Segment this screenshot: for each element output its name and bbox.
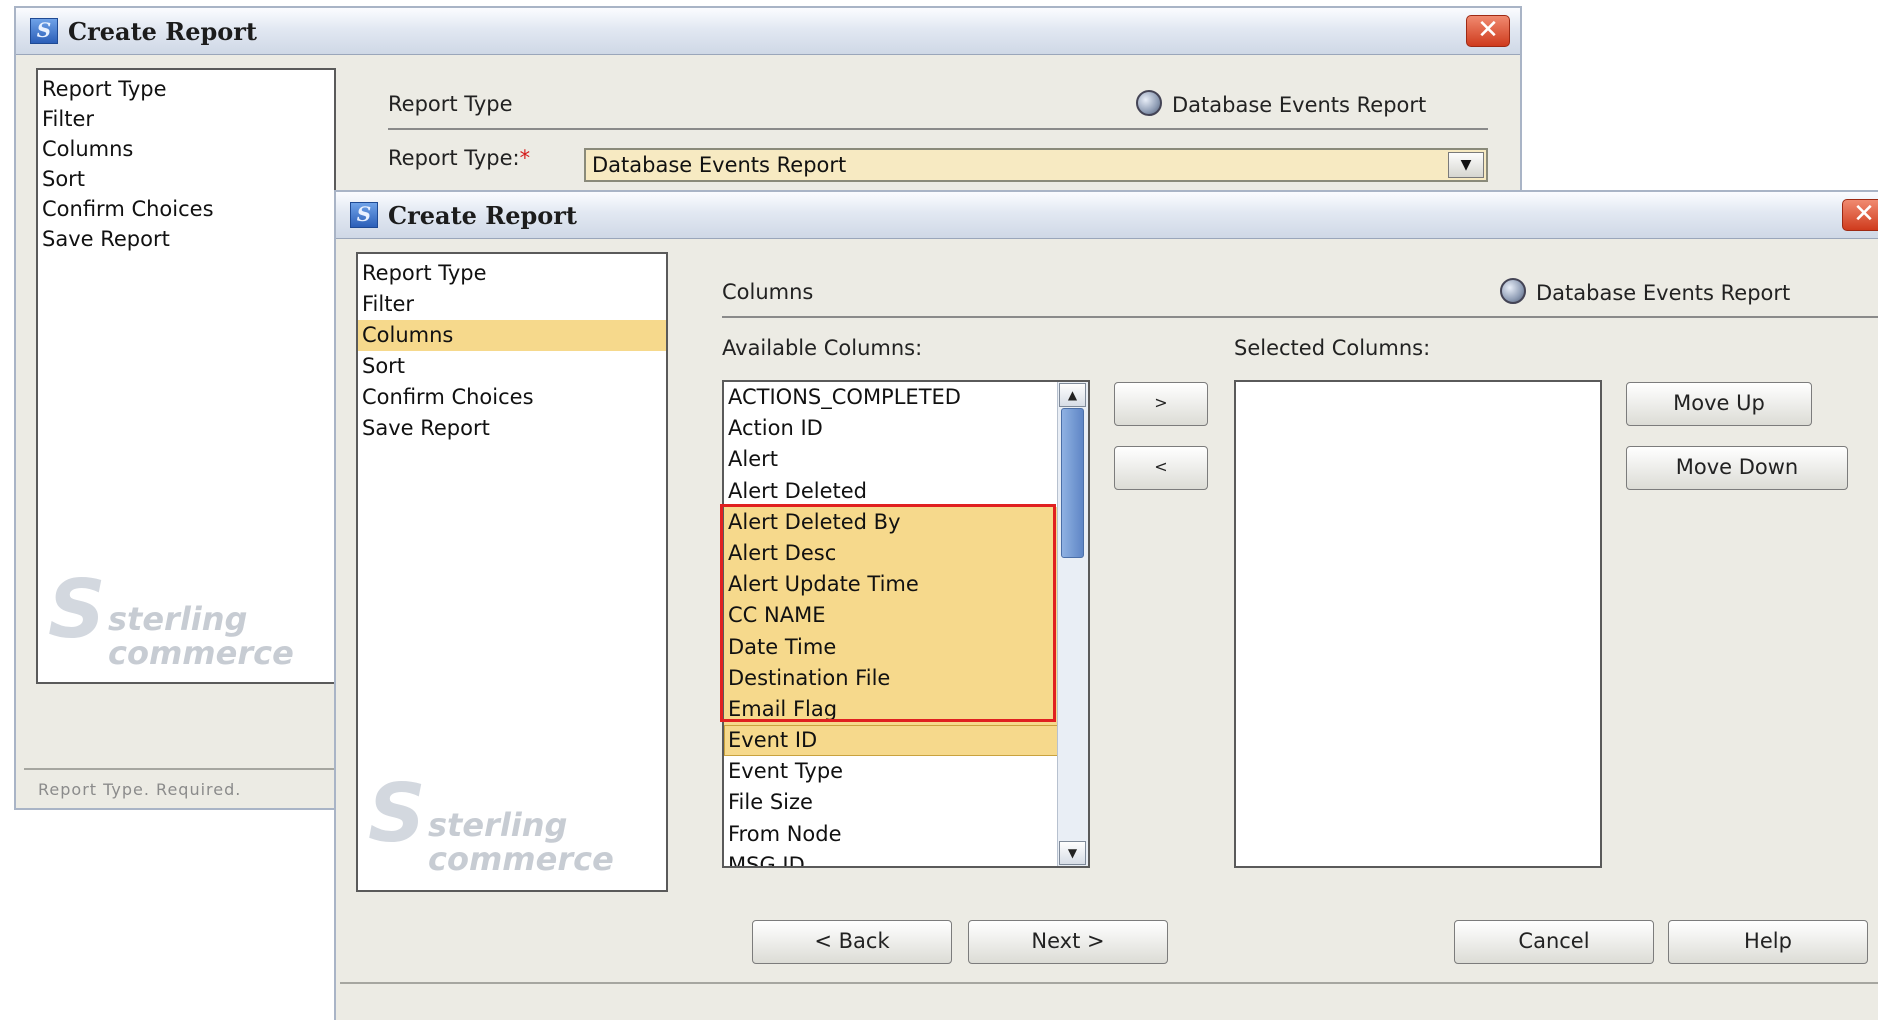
back-step-confirm-choices[interactable]: Confirm Choices [38, 194, 334, 224]
next-button[interactable]: Next > [968, 920, 1168, 964]
list-item[interactable]: MSG ID [724, 850, 1058, 866]
back-step-sort[interactable]: Sort [38, 164, 334, 194]
front-step-report-type[interactable]: Report Type [358, 258, 666, 289]
back-window-title: Create Report [68, 17, 258, 46]
globe-report-icon [1136, 90, 1162, 116]
front-status-bar [340, 982, 1878, 1022]
list-item[interactable]: Event ID [724, 725, 1058, 757]
app-logo-icon: S [350, 202, 378, 228]
add-column-button[interactable]: > [1114, 382, 1208, 426]
back-wizard-steps: Report Type Filter Columns Sort Confirm … [36, 68, 336, 684]
selected-columns-label: Selected Columns: [1234, 336, 1431, 360]
list-item[interactable]: Alert Desc [724, 537, 1058, 570]
front-step-columns[interactable]: Columns [358, 320, 666, 351]
list-item[interactable]: Email Flag [724, 693, 1058, 726]
front-sterling-commerce-logo: S sterling commerce [368, 767, 614, 878]
report-type-dropdown[interactable]: Database Events Report ▼ [584, 148, 1488, 182]
list-item[interactable]: CC NAME [724, 600, 1058, 632]
list-item[interactable]: Event Type [724, 756, 1058, 787]
front-wizard-steps: Report Type Filter Columns Sort Confirm … [356, 252, 668, 892]
front-step-filter[interactable]: Filter [358, 289, 666, 320]
chevron-down-icon[interactable]: ▼ [1448, 152, 1484, 178]
list-item[interactable]: Alert Update Time [724, 569, 1058, 601]
back-sterling-commerce-logo: S sterling commerce [48, 563, 294, 672]
report-type-label: Report Type:* [388, 146, 531, 170]
back-button[interactable]: < Back [752, 920, 952, 964]
app-logo-icon: S [30, 18, 58, 44]
back-report-name: Database Events Report [1136, 90, 1426, 117]
front-step-save-report[interactable]: Save Report [358, 413, 666, 444]
back-step-filter[interactable]: Filter [38, 104, 334, 134]
back-window-titlebar[interactable]: S Create Report ✕ [16, 8, 1520, 55]
list-item[interactable]: Alert [724, 444, 1058, 475]
back-step-save-report[interactable]: Save Report [38, 224, 334, 254]
list-item[interactable]: Alert Deleted [724, 476, 1058, 507]
list-item[interactable]: From Node [724, 819, 1058, 850]
list-item[interactable]: Action ID [724, 413, 1058, 444]
available-columns-scrollbar[interactable]: ▲ ▼ [1057, 382, 1088, 866]
sterling-s-mark-icon: S [368, 767, 426, 860]
back-close-icon[interactable]: ✕ [1466, 15, 1510, 47]
scroll-down-arrow-icon[interactable]: ▼ [1059, 841, 1086, 865]
front-close-icon[interactable]: ✕ [1842, 199, 1878, 231]
back-step-report-type[interactable]: Report Type [38, 74, 334, 104]
list-item[interactable]: Alert Deleted By [724, 506, 1058, 538]
front-section-divider [722, 316, 1878, 318]
globe-report-icon [1500, 278, 1526, 304]
move-down-button[interactable]: Move Down [1626, 446, 1848, 490]
front-create-report-window: S Create Report ✕ Report Type Filter Col… [334, 190, 1878, 1020]
front-report-name: Database Events Report [1500, 278, 1790, 305]
front-step-sort[interactable]: Sort [358, 351, 666, 382]
list-item[interactable]: Date Time [724, 631, 1058, 663]
front-window-title: Create Report [388, 201, 578, 230]
scrollbar-thumb[interactable] [1061, 408, 1084, 558]
front-section-title: Columns [722, 280, 814, 304]
front-step-confirm-choices[interactable]: Confirm Choices [358, 382, 666, 413]
help-button[interactable]: Help [1668, 920, 1868, 964]
back-section-title: Report Type [388, 92, 513, 116]
list-item[interactable]: File Size [724, 787, 1058, 818]
remove-column-button[interactable]: < [1114, 446, 1208, 490]
available-columns-label: Available Columns: [722, 336, 923, 360]
move-up-button[interactable]: Move Up [1626, 382, 1812, 426]
back-section-divider [388, 128, 1488, 130]
back-status-bar: Report Type. Required. [24, 768, 344, 804]
back-step-columns[interactable]: Columns [38, 134, 334, 164]
selected-columns-list[interactable] [1234, 380, 1602, 868]
scroll-up-arrow-icon[interactable]: ▲ [1059, 383, 1086, 407]
front-window-titlebar[interactable]: S Create Report ✕ [336, 192, 1878, 239]
list-item[interactable]: Destination File [724, 662, 1058, 694]
sterling-s-mark-icon: S [48, 563, 106, 656]
cancel-button[interactable]: Cancel [1454, 920, 1654, 964]
list-item[interactable]: ACTIONS_COMPLETED [724, 382, 1058, 413]
available-columns-list[interactable]: ACTIONS_COMPLETED Action ID Alert Alert … [722, 380, 1090, 868]
